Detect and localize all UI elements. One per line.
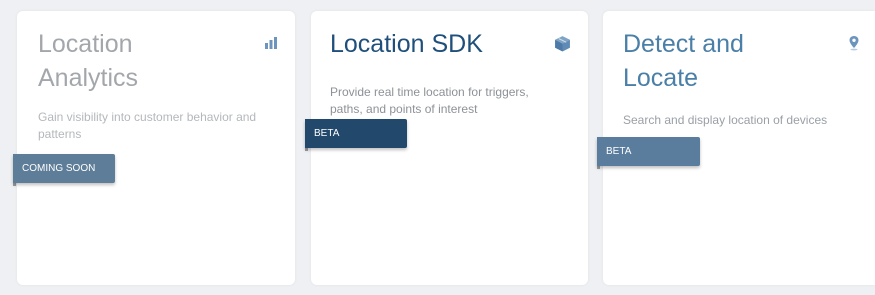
map-pin-icon — [847, 35, 863, 51]
beta-badge: BETA — [305, 119, 407, 151]
detect-and-locate-card[interactable]: Detect and Locate Search and display loc… — [597, 11, 875, 285]
app-cards-page: Location Analytics Gain visibility into … — [0, 0, 875, 295]
card-description: Gain visibility into customer behavior a… — [38, 110, 257, 141]
card-title: Detect and Locate — [623, 30, 744, 92]
coming-soon-badge: COMING SOON — [13, 154, 115, 186]
card-title: Location SDK — [330, 30, 483, 58]
bar-chart-icon — [263, 35, 279, 51]
location-sdk-card[interactable]: Location SDK Provide real time location … — [305, 11, 588, 285]
cube-icon — [554, 35, 570, 52]
location-analytics-card[interactable]: Location Analytics Gain visibility into … — [13, 11, 295, 285]
card-description: Provide real time location for triggers,… — [330, 85, 529, 116]
card-description: Search and display location of devices — [623, 113, 828, 127]
card-title: Location Analytics — [38, 30, 139, 92]
beta-badge: BETA — [597, 137, 700, 169]
